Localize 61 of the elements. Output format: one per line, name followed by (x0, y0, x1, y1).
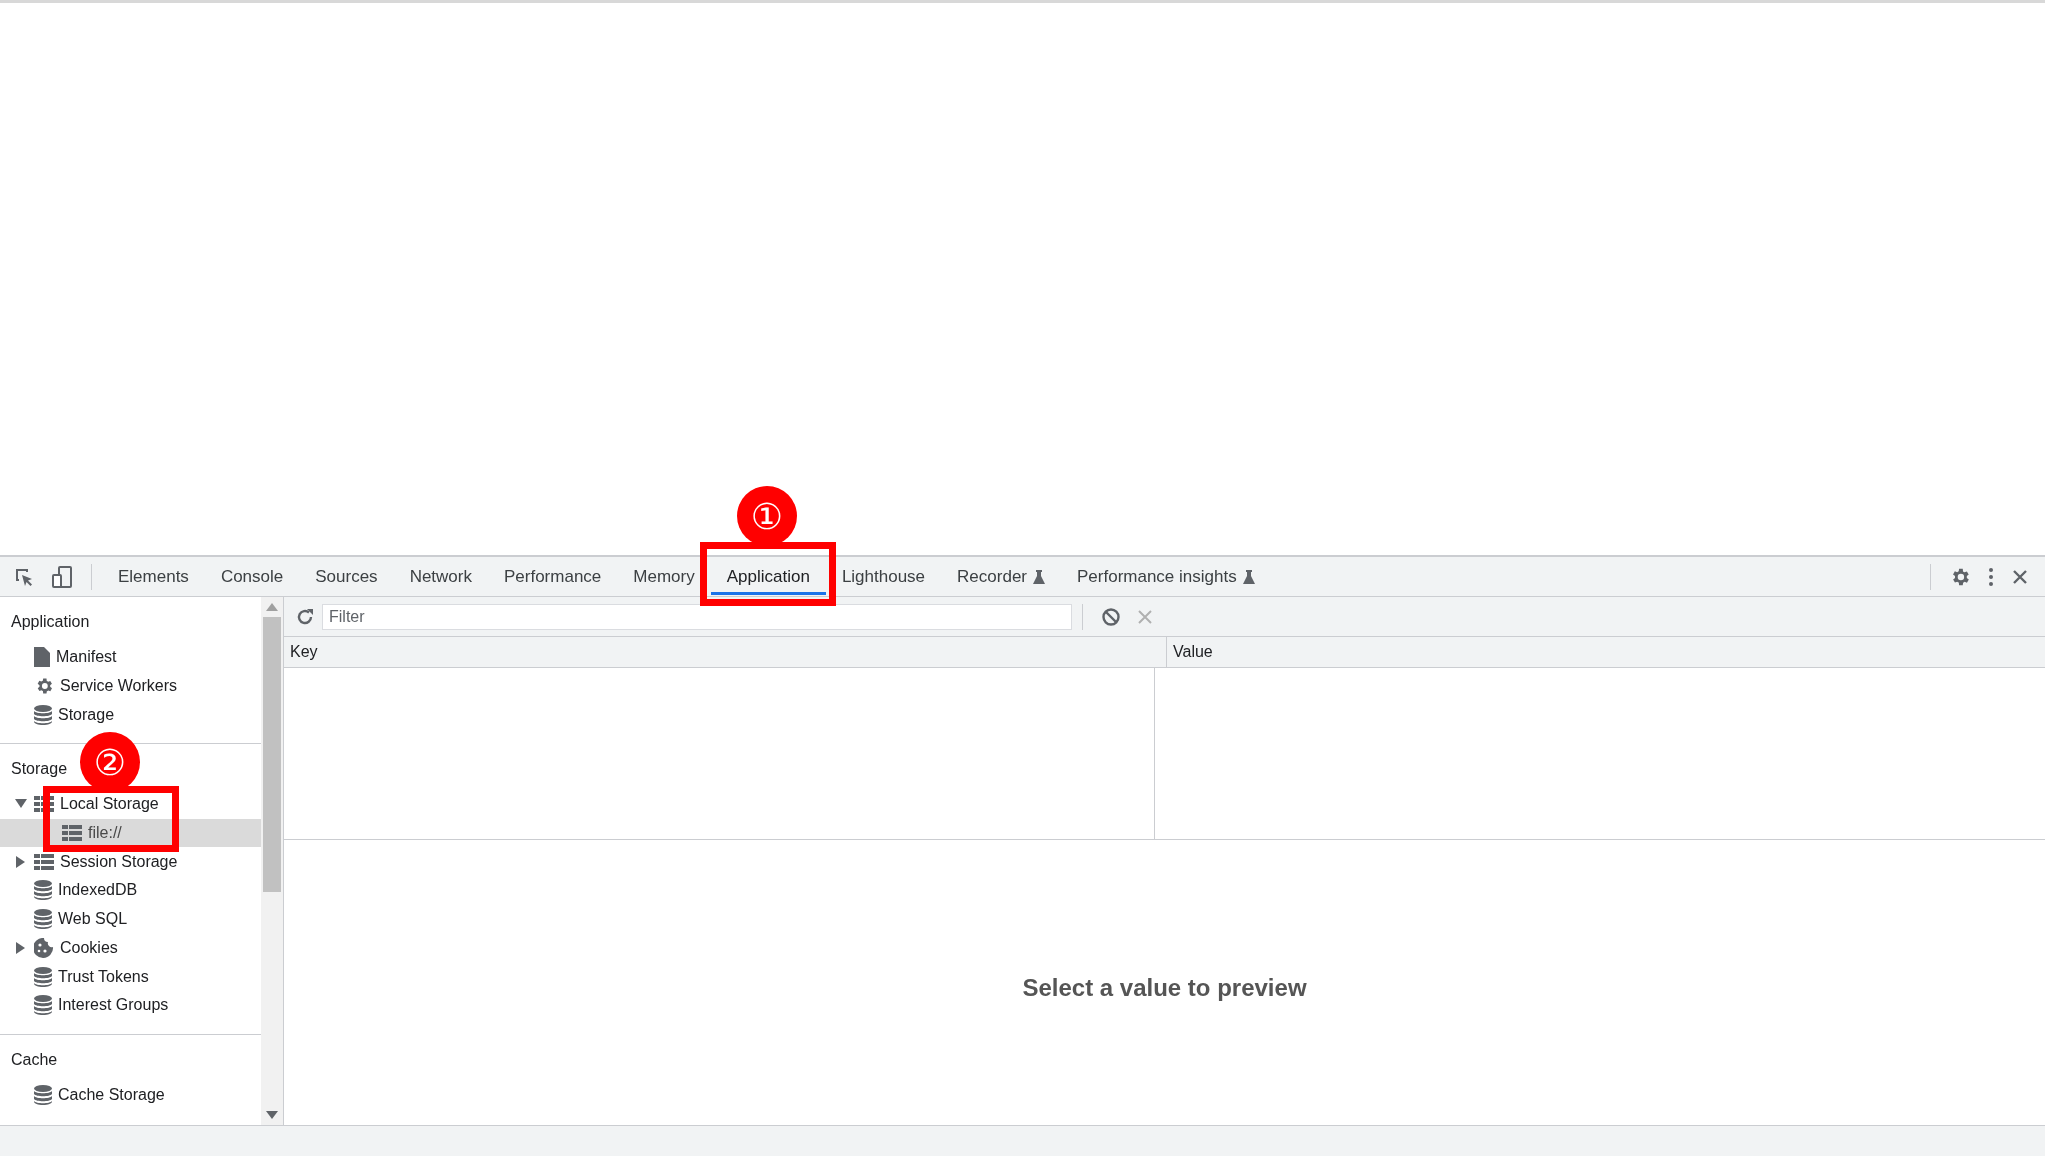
column-header[interactable]: Value (1167, 637, 2045, 667)
tree-item[interactable]: Interest Groups (0, 990, 261, 1020)
collapsed-arrow-icon[interactable] (16, 855, 26, 868)
tree-item[interactable]: file:// (0, 818, 261, 848)
tree-item[interactable]: Local Storage (0, 790, 261, 819)
tree-item-label: Trust Tokens (58, 967, 149, 986)
close-icon[interactable] (2011, 567, 2029, 586)
tree-item[interactable]: Trust Tokens (0, 962, 261, 991)
scroll-down-icon[interactable] (266, 1111, 278, 1119)
tree-item-label: Service Workers (60, 677, 178, 696)
panel-tab[interactable]: Console (204, 558, 300, 595)
tree-item-label: Local Storage (60, 795, 159, 814)
panel-tab[interactable]: Elements (102, 558, 205, 595)
empty-preview-message: Select a value to preview (1022, 973, 1307, 1002)
tree-item[interactable]: Manifest (0, 643, 261, 672)
tree-item-label: Storage (58, 705, 115, 724)
tree-item-label: Interest Groups (58, 996, 169, 1015)
tree-item-label: IndexedDB (58, 881, 138, 900)
database-icon (34, 1084, 52, 1105)
tree-item[interactable]: Cache Storage (0, 1080, 261, 1110)
panel-tab[interactable]: Lighthouse (825, 558, 942, 595)
device-icon[interactable] (51, 564, 73, 589)
section-title: Application (10, 612, 91, 632)
tree-item-label: Session Storage (60, 852, 178, 871)
panel-tab[interactable]: Performance (488, 558, 618, 595)
panel-tab[interactable]: Network (393, 558, 488, 595)
database-icon (34, 880, 52, 901)
tree-item[interactable]: Web SQL (0, 904, 261, 934)
tree-item[interactable]: Cookies (0, 933, 261, 963)
refresh-icon[interactable] (296, 607, 314, 626)
clear-all-icon[interactable] (1101, 606, 1121, 627)
panel-tab[interactable]: Sources (299, 558, 394, 595)
collapsed-arrow-icon[interactable] (16, 941, 26, 954)
more-icon[interactable] (1987, 565, 1995, 588)
tree-item-label: Cookies (60, 938, 118, 957)
grid-icon (62, 825, 82, 842)
tree-item-label: file:// (88, 824, 122, 843)
panel-tab[interactable]: Recorder (941, 558, 1061, 595)
panel-tab[interactable]: Performance insights (1061, 558, 1271, 595)
tree-item[interactable]: IndexedDB (0, 876, 261, 905)
filter-field[interactable]: Filter (322, 603, 1072, 630)
tree-item-label: Cache Storage (58, 1085, 165, 1104)
grid-icon (34, 853, 54, 870)
database-icon (34, 995, 52, 1016)
database-icon (34, 909, 52, 930)
panel-tab[interactable]: Memory (617, 558, 711, 595)
expanded-arrow-icon[interactable] (15, 799, 27, 810)
tree-item[interactable]: Storage (0, 700, 261, 730)
tree-item-label: Web SQL (58, 910, 128, 929)
database-icon (34, 966, 52, 987)
cookie-icon (34, 937, 54, 958)
section-title: Storage (10, 759, 69, 780)
tree-item[interactable]: Service Workers (0, 671, 261, 701)
database-icon (34, 704, 52, 725)
section-title: Cache (10, 1049, 59, 1070)
tree-item-label: Manifest (56, 648, 117, 667)
scrollbar-thumb[interactable] (263, 617, 281, 892)
column-header[interactable]: Key (284, 637, 1167, 667)
tree-item[interactable]: Session Storage (0, 847, 261, 877)
grid-icon (34, 796, 54, 813)
file-icon (34, 647, 50, 668)
